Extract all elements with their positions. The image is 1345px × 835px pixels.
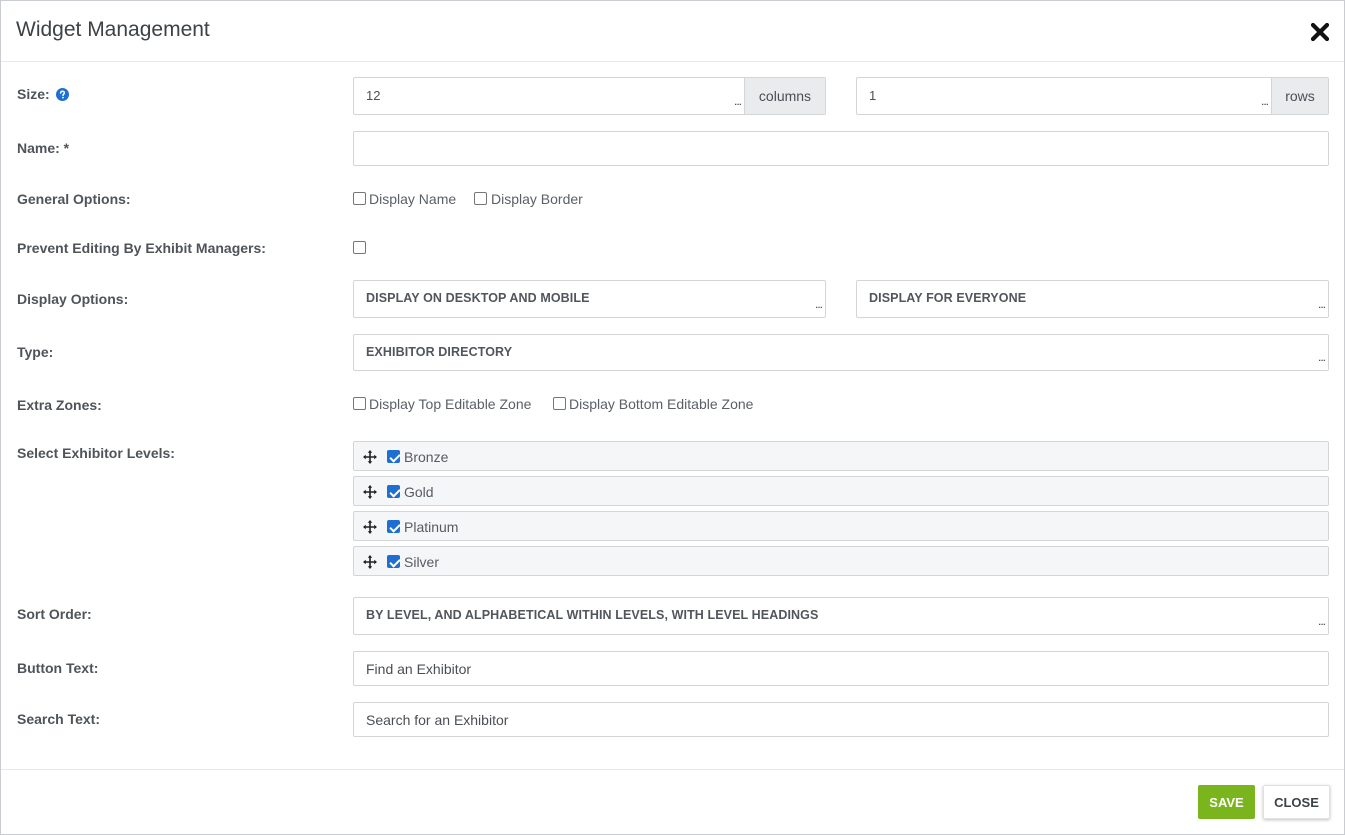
top-zone-checkbox[interactable] bbox=[353, 397, 366, 410]
columns-more-indicator: ... bbox=[733, 94, 742, 108]
level-label: Bronze bbox=[404, 449, 449, 465]
bottom-zone-checkbox[interactable] bbox=[553, 397, 566, 410]
move-icon[interactable] bbox=[363, 450, 377, 469]
display-name-label: Display Name bbox=[369, 191, 457, 207]
audience-display-select[interactable]: DISPLAY FOR EVERYONE ... bbox=[856, 280, 1329, 318]
footer-divider bbox=[1, 769, 1344, 770]
level-checkbox[interactable] bbox=[387, 485, 400, 498]
audience-display-more-indicator: ... bbox=[1317, 297, 1326, 311]
rows-select[interactable]: 1 ... rows bbox=[856, 77, 1329, 115]
rows-more-indicator: ... bbox=[1260, 94, 1269, 108]
level-checkbox[interactable] bbox=[387, 520, 400, 533]
name-input[interactable] bbox=[353, 131, 1329, 166]
size-label: Size: bbox=[17, 86, 69, 104]
level-checkbox[interactable] bbox=[387, 450, 400, 463]
exhibitor-level-row[interactable]: Silver bbox=[353, 546, 1329, 576]
rows-value: 1 bbox=[869, 88, 877, 103]
exhibitor-level-row[interactable]: Gold bbox=[353, 476, 1329, 506]
help-icon[interactable] bbox=[55, 88, 69, 104]
dialog-title: Widget Management bbox=[16, 18, 210, 41]
extra-zones-label: Extra Zones: bbox=[17, 397, 102, 413]
device-display-value: DISPLAY ON DESKTOP AND MOBILE bbox=[366, 291, 590, 305]
columns-addon: columns bbox=[744, 78, 825, 114]
dialog-header: Widget Management bbox=[1, 1, 1344, 62]
sort-order-value: BY LEVEL, AND ALPHABETICAL WITHIN LEVELS… bbox=[366, 608, 819, 622]
device-display-more-indicator: ... bbox=[814, 297, 823, 311]
device-display-select[interactable]: DISPLAY ON DESKTOP AND MOBILE ... bbox=[353, 280, 826, 318]
level-label: Silver bbox=[404, 554, 440, 570]
widget-management-dialog: Widget Management Size: 12 ... columns 1… bbox=[0, 0, 1345, 835]
general-options-label: General Options: bbox=[17, 191, 131, 207]
level-label: Gold bbox=[404, 484, 434, 500]
level-label: Platinum bbox=[404, 519, 459, 535]
sort-order-select[interactable]: BY LEVEL, AND ALPHABETICAL WITHIN LEVELS… bbox=[353, 597, 1329, 635]
columns-value: 12 bbox=[366, 88, 381, 103]
move-icon[interactable] bbox=[363, 555, 377, 574]
bottom-zone-label: Display Bottom Editable Zone bbox=[569, 396, 754, 412]
save-button[interactable]: SAVE bbox=[1198, 785, 1255, 819]
prevent-editing-checkbox[interactable] bbox=[353, 241, 366, 254]
sort-order-label: Sort Order: bbox=[17, 606, 92, 622]
search-text-input[interactable]: Search for an Exhibitor bbox=[353, 702, 1329, 737]
move-icon[interactable] bbox=[363, 520, 377, 539]
button-text-label: Button Text: bbox=[17, 660, 99, 676]
type-label: Type: bbox=[17, 344, 54, 360]
type-more-indicator: ... bbox=[1317, 350, 1326, 364]
columns-select[interactable]: 12 ... columns bbox=[353, 77, 826, 115]
display-options-label: Display Options: bbox=[17, 291, 129, 307]
button-text-input[interactable]: Find an Exhibitor bbox=[353, 651, 1329, 686]
exhibitor-level-row[interactable]: Platinum bbox=[353, 511, 1329, 541]
search-text-label: Search Text: bbox=[17, 711, 100, 727]
type-value: EXHIBITOR DIRECTORY bbox=[366, 345, 513, 359]
display-border-label: Display Border bbox=[491, 191, 583, 207]
close-button[interactable]: CLOSE bbox=[1263, 785, 1330, 819]
top-zone-label: Display Top Editable Zone bbox=[369, 396, 532, 412]
level-checkbox[interactable] bbox=[387, 555, 400, 568]
type-select[interactable]: EXHIBITOR DIRECTORY ... bbox=[353, 334, 1329, 371]
audience-display-value: DISPLAY FOR EVERYONE bbox=[869, 291, 1027, 305]
sort-order-more-indicator: ... bbox=[1317, 614, 1326, 628]
rows-addon: rows bbox=[1271, 78, 1328, 114]
exhibitor-level-row[interactable]: Bronze bbox=[353, 441, 1329, 471]
exhibitor-levels-label: Select Exhibitor Levels: bbox=[17, 445, 175, 461]
move-icon[interactable] bbox=[363, 485, 377, 504]
display-name-checkbox[interactable] bbox=[353, 192, 366, 205]
name-label: Name: * bbox=[17, 140, 70, 156]
prevent-editing-label: Prevent Editing By Exhibit Managers: bbox=[17, 240, 266, 256]
close-icon[interactable] bbox=[1309, 21, 1331, 43]
display-border-checkbox[interactable] bbox=[474, 192, 487, 205]
